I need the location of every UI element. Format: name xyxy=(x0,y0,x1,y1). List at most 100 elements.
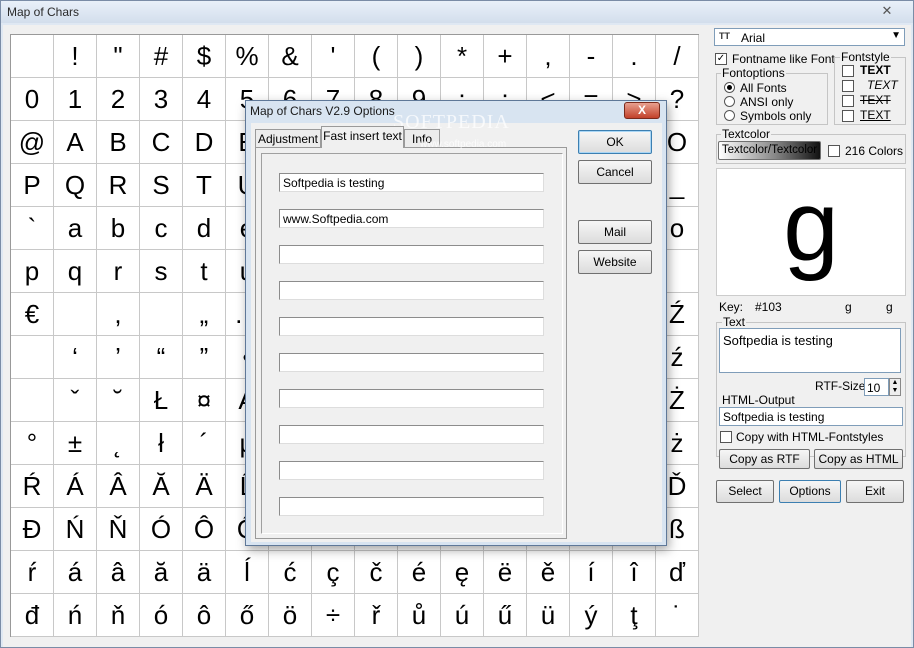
radio-ansi-only[interactable] xyxy=(724,96,735,107)
char-cell[interactable]: B xyxy=(97,121,140,164)
char-cell[interactable]: ň xyxy=(97,594,140,637)
char-cell[interactable]: D xyxy=(183,121,226,164)
html-output-field[interactable]: Softpedia is testing xyxy=(719,407,903,426)
char-cell[interactable]: Â xyxy=(97,465,140,508)
textcolor-button[interactable]: Textcolor/Textcolor xyxy=(718,141,821,160)
char-cell[interactable]: ' xyxy=(312,35,355,78)
font-combobox[interactable]: TT Arial ▼ xyxy=(714,28,905,46)
char-cell[interactable]: R xyxy=(97,164,140,207)
text-area[interactable]: Softpedia is testing xyxy=(719,328,901,373)
char-cell[interactable]: ţ xyxy=(613,594,656,637)
insert-text-field-6[interactable] xyxy=(279,353,544,372)
tab-adjustment[interactable]: Adjustment xyxy=(255,129,321,148)
char-cell[interactable]: ë xyxy=(484,551,527,594)
char-cell[interactable]: / xyxy=(656,35,699,78)
dialog-close-icon[interactable]: X xyxy=(624,102,660,119)
char-cell[interactable]: t xyxy=(183,250,226,293)
char-cell[interactable] xyxy=(11,379,54,422)
char-cell[interactable]: á xyxy=(54,551,97,594)
char-cell[interactable]: ! xyxy=(54,35,97,78)
char-cell[interactable]: â xyxy=(97,551,140,594)
char-cell[interactable]: ( xyxy=(355,35,398,78)
tab-fast-insert-text[interactable]: Fast insert text xyxy=(321,126,404,148)
char-cell[interactable]: ł xyxy=(140,422,183,465)
copy-as-rtf-button[interactable]: Copy as RTF xyxy=(719,449,810,469)
char-cell[interactable]: @ xyxy=(11,121,54,164)
char-cell[interactable]: Ł xyxy=(140,379,183,422)
char-cell[interactable]: ă xyxy=(140,551,183,594)
char-cell[interactable]: Á xyxy=(54,465,97,508)
char-cell[interactable]: ô xyxy=(183,594,226,637)
website-button[interactable]: Website xyxy=(578,250,652,274)
char-cell[interactable]: ˙ xyxy=(656,594,699,637)
char-cell[interactable]: „ xyxy=(183,293,226,336)
char-cell[interactable]: s xyxy=(140,250,183,293)
mail-button[interactable]: Mail xyxy=(578,220,652,244)
char-cell[interactable]: đ xyxy=(11,594,54,637)
char-cell[interactable]: ő xyxy=(226,594,269,637)
char-cell[interactable]: î xyxy=(613,551,656,594)
char-cell[interactable]: ö xyxy=(269,594,312,637)
underline-checkbox[interactable] xyxy=(842,110,854,122)
insert-text-field-4[interactable] xyxy=(279,281,544,300)
char-cell[interactable]: r xyxy=(97,250,140,293)
char-cell[interactable]: ě xyxy=(527,551,570,594)
insert-text-field-1[interactable]: Softpedia is testing xyxy=(279,173,544,192)
char-cell[interactable]: ’ xyxy=(97,336,140,379)
char-cell[interactable]: Đ xyxy=(11,508,54,551)
char-cell[interactable] xyxy=(11,35,54,78)
char-cell[interactable]: % xyxy=(226,35,269,78)
ok-button[interactable]: OK xyxy=(578,130,652,154)
char-cell[interactable]: ó xyxy=(140,594,183,637)
char-cell[interactable]: d xyxy=(183,207,226,250)
char-cell[interactable]: S xyxy=(140,164,183,207)
char-cell[interactable]: * xyxy=(441,35,484,78)
char-cell[interactable]: ŕ xyxy=(11,551,54,594)
char-cell[interactable]: Q xyxy=(54,164,97,207)
char-cell[interactable]: Ň xyxy=(97,508,140,551)
char-cell[interactable]: b xyxy=(97,207,140,250)
char-cell[interactable]: , xyxy=(527,35,570,78)
insert-text-field-7[interactable] xyxy=(279,389,544,408)
radio-all-fonts[interactable] xyxy=(724,82,735,93)
char-cell[interactable] xyxy=(140,293,183,336)
char-cell[interactable]: A xyxy=(54,121,97,164)
char-cell[interactable]: ¤ xyxy=(183,379,226,422)
char-cell[interactable]: ä xyxy=(183,551,226,594)
char-cell[interactable]: c xyxy=(140,207,183,250)
char-cell[interactable]: ü xyxy=(527,594,570,637)
insert-text-field-3[interactable] xyxy=(279,245,544,264)
char-cell[interactable]: Ń xyxy=(54,508,97,551)
char-cell[interactable]: ú xyxy=(441,594,484,637)
char-cell[interactable]: $ xyxy=(183,35,226,78)
char-cell[interactable]: a xyxy=(54,207,97,250)
char-cell[interactable] xyxy=(11,336,54,379)
close-icon[interactable]: ✕ xyxy=(867,3,907,20)
char-cell[interactable]: Ă xyxy=(140,465,183,508)
char-cell[interactable]: " xyxy=(97,35,140,78)
copy-as-html-button[interactable]: Copy as HTML xyxy=(814,449,903,469)
char-cell[interactable]: ę xyxy=(441,551,484,594)
char-cell[interactable]: p xyxy=(11,250,54,293)
char-cell[interactable]: ´ xyxy=(183,422,226,465)
char-cell[interactable]: . xyxy=(613,35,656,78)
char-cell[interactable]: 1 xyxy=(54,78,97,121)
italic-checkbox[interactable] xyxy=(842,80,854,92)
char-cell[interactable]: ) xyxy=(398,35,441,78)
char-cell[interactable]: ° xyxy=(11,422,54,465)
bold-checkbox[interactable] xyxy=(842,65,854,77)
char-cell[interactable]: , xyxy=(97,293,140,336)
char-cell[interactable]: Ŕ xyxy=(11,465,54,508)
char-cell[interactable]: ĺ xyxy=(226,551,269,594)
char-cell[interactable]: - xyxy=(570,35,613,78)
char-cell[interactable]: T xyxy=(183,164,226,207)
char-cell[interactable]: ď xyxy=(656,551,699,594)
char-cell[interactable]: ÷ xyxy=(312,594,355,637)
char-cell[interactable]: í xyxy=(570,551,613,594)
char-cell[interactable]: ç xyxy=(312,551,355,594)
char-cell[interactable]: ‘ xyxy=(54,336,97,379)
insert-text-field-10[interactable] xyxy=(279,497,544,516)
char-cell[interactable]: č xyxy=(355,551,398,594)
insert-text-field-8[interactable] xyxy=(279,425,544,444)
strikeout-checkbox[interactable] xyxy=(842,95,854,107)
